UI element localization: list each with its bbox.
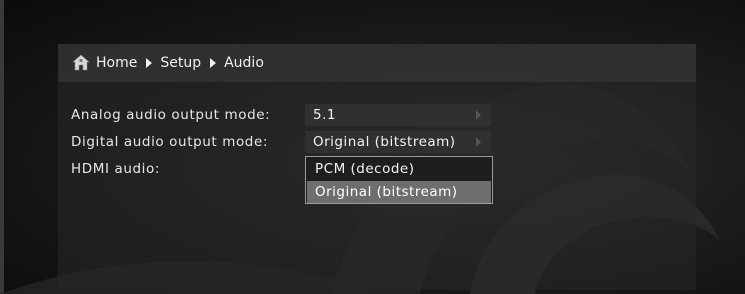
breadcrumb: Home Setup Audio bbox=[58, 44, 696, 82]
analog-output-select[interactable]: 5.1 bbox=[305, 104, 491, 126]
breadcrumb-setup[interactable]: Setup bbox=[160, 55, 201, 71]
triangle-right-icon bbox=[210, 58, 217, 68]
screen-edge bbox=[0, 0, 4, 294]
digital-output-select[interactable]: Original (bitstream) bbox=[305, 131, 491, 153]
settings-screen: Home Setup Audio Analog audio output mod… bbox=[0, 0, 745, 294]
analog-output-value: 5.1 bbox=[313, 107, 336, 123]
triangle-right-icon bbox=[476, 137, 481, 147]
triangle-right-icon bbox=[476, 110, 481, 120]
triangle-right-icon bbox=[146, 58, 153, 68]
breadcrumb-audio: Audio bbox=[224, 55, 264, 71]
breadcrumb-home[interactable]: Home bbox=[96, 55, 137, 71]
hdmi-audio-label: HDMI audio: bbox=[71, 161, 161, 177]
dropdown-option-pcm[interactable]: PCM (decode) bbox=[307, 158, 491, 180]
analog-output-label: Analog audio output mode: bbox=[71, 107, 271, 123]
home-icon[interactable] bbox=[72, 54, 90, 72]
digital-output-label: Digital audio output mode: bbox=[71, 134, 269, 150]
digital-output-value: Original (bitstream) bbox=[313, 134, 456, 150]
dropdown-option-bitstream[interactable]: Original (bitstream) bbox=[307, 181, 491, 203]
hdmi-audio-dropdown[interactable]: PCM (decode) Original (bitstream) bbox=[305, 156, 493, 204]
